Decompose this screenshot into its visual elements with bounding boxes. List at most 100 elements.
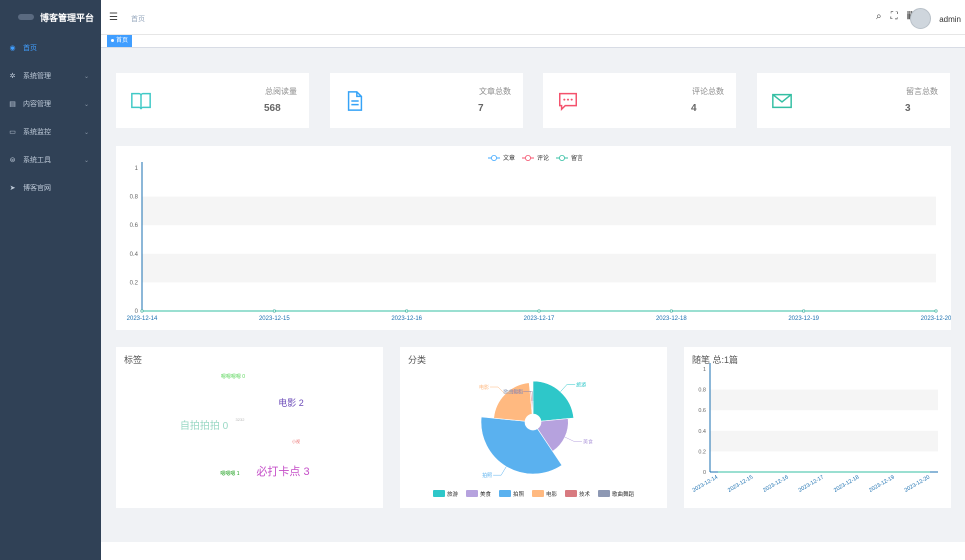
grid-band [142,253,936,283]
stat-card-reads[interactable]: 总阅读量 568 [116,73,309,128]
app-logo[interactable]: 博客管理平台 [0,0,101,34]
legend-label: 旅游 [447,490,459,498]
notes-panel: 随笔 总:1篇 0 0.2 0.4 0.6 0.8 1 2023-12-14 2023-12-… [684,347,951,508]
navbar: ☰ 首页 ⌕ ⛶ ⅲ admin [101,0,965,34]
grid-band [710,430,938,452]
hamburger-icon[interactable]: ☰ [109,12,118,23]
stat-label: 留言总数 [906,87,938,96]
footer-area [101,542,965,560]
category-panel: 分类 旅游 美食 拍照 电影 技术 歌曲舞蹈 旅游 美食 拍照 电影 技术 歌曲舞蹈 [400,347,667,508]
legend-swatch [565,490,577,497]
sidebar-item-label: 系统工具 [23,157,51,164]
logo-icon [18,14,34,20]
y-tick-label: 0.2 [130,280,139,286]
tags-panel: 标签 嗯嗯嗯嗯 0 电影 2 自拍拍拍 0 3232 小视 嗯嗯嗯 1 必打卡点 3 [116,347,383,508]
sidebar-item-system[interactable]: ✲ 系统管理 ⌄ [0,62,101,90]
legend-label: 电影 [546,490,558,498]
x-tick-label: 2023-12-19 [788,316,819,322]
pie-slice-label: 拍照 [482,472,492,479]
breadcrumb: 首页 [131,16,145,23]
x-tick-label: 2023-12-18 [833,475,860,494]
sidebar: 博客管理平台 ◉ 首页 ✲ 系统管理 ⌄ ▤ 内容管理 ⌄ ▭ 系统监控 ⌄ ⊜… [0,0,101,560]
chevron-down-icon: ⌄ [83,129,89,136]
stat-card-comments[interactable]: 评论总数 4 [543,73,736,128]
sidebar-item-tools[interactable]: ⊜ 系统工具 ⌄ [0,146,101,174]
x-tick-label: 2023-12-19 [868,475,895,494]
chevron-down-icon: ⌄ [83,73,89,80]
data-point [272,309,276,313]
x-tick-label: 2023-12-15 [259,316,290,322]
y-tick-label: 0.6 [698,408,706,414]
sidebar-item-home[interactable]: ◉ 首页 [0,34,101,62]
message-icon [559,92,577,112]
y-tick-label: 1 [703,367,706,373]
x-tick-label: 2023-12-15 [727,475,754,494]
x-tick-label: 2023-12-20 [921,316,951,322]
sidebar-item-monitor[interactable]: ▭ 系统监控 ⌄ [0,118,101,146]
dot-icon [111,38,114,42]
data-point [669,309,673,313]
tag-home[interactable]: 首页 [107,35,133,47]
stat-value: 568 [264,103,281,114]
notes-title: 随笔 总:1篇 [692,355,739,365]
dashboard-icon: ◉ [9,45,16,52]
data-point [934,309,938,313]
x-tick-label: 2023-12-16 [391,316,422,322]
pie-label-line [564,436,582,442]
file-text-icon [347,91,363,111]
y-tick-label: 0 [703,470,706,476]
y-tick-label: 0.4 [130,252,139,258]
legend-swatch [598,490,610,497]
fullscreen-icon[interactable]: ⛶ [891,11,898,22]
pie-label-line [560,384,576,392]
mail-icon [772,93,792,109]
legend-marker [558,154,565,161]
username[interactable]: admin [939,15,961,24]
grid-band [142,196,936,226]
word-cloud-word: 嗯嗯嗯嗯 0 [221,374,245,380]
data-point [537,309,541,313]
notes-line-chart: 0 0.2 0.4 0.6 0.8 1 2023-12-14 2023-12-15 2023-1… [692,363,938,494]
data-point [405,309,409,313]
sidebar-item-label: 首页 [23,45,37,52]
word-cloud-word: 电影 2 [278,397,304,408]
stat-card-messages[interactable]: 留言总数 3 [757,73,950,128]
legend-label: 留言 [571,154,583,162]
stat-value: 7 [478,103,484,114]
legend-label: 文章 [503,154,515,162]
tags-view: 首页 [101,34,965,48]
sidebar-item-label: 系统监控 [23,129,51,136]
sidebar-item-blog-site[interactable]: ➤ 博客官网 [0,174,101,202]
data-point [140,309,144,313]
send-icon: ➤ [9,185,16,192]
legend-marker [524,154,531,161]
pie-label-line [493,466,507,476]
avatar[interactable] [910,8,931,29]
search-icon[interactable]: ⌕ [876,11,882,22]
word-cloud-word: 小视 [292,438,300,444]
word-cloud-word: 自拍拍拍 0 [180,419,229,432]
document-icon: ▤ [9,101,16,108]
tags-title: 标签 [124,355,143,365]
pie-slice-label: 美食 [583,438,593,445]
visits-line-chart-panel: 0 0.2 0.4 0.6 0.8 1 2023-12-14 2023-12-15 2023-1… [116,146,952,330]
x-tick-label: 2023-12-14 [692,475,719,494]
stat-card-articles[interactable]: 文章总数 7 [330,73,523,128]
y-tick-label: 0.2 [698,449,706,455]
x-tick-label: 2023-12-17 [524,316,555,322]
visits-line-chart: 0 0.2 0.4 0.6 0.8 1 2023-12-14 2023-12-15 2023-1… [127,154,952,322]
legend-label: 歌曲舞蹈 [612,490,635,498]
x-tick-label: 2023-12-18 [656,316,687,322]
legend-label: 美食 [480,490,492,498]
data-point [802,309,806,313]
stat-value: 3 [905,103,911,114]
y-tick-label: 0 [135,309,139,315]
x-tick-label: 2023-12-17 [798,475,825,494]
stat-label: 评论总数 [692,87,724,96]
y-tick-label: 0.8 [130,195,139,201]
stat-label: 文章总数 [479,87,511,96]
sidebar-item-content[interactable]: ▤ 内容管理 ⌄ [0,90,101,118]
legend-swatch [499,490,511,497]
y-tick-label: 0.6 [130,223,139,229]
pie-slice-label: 电影 [479,384,489,391]
